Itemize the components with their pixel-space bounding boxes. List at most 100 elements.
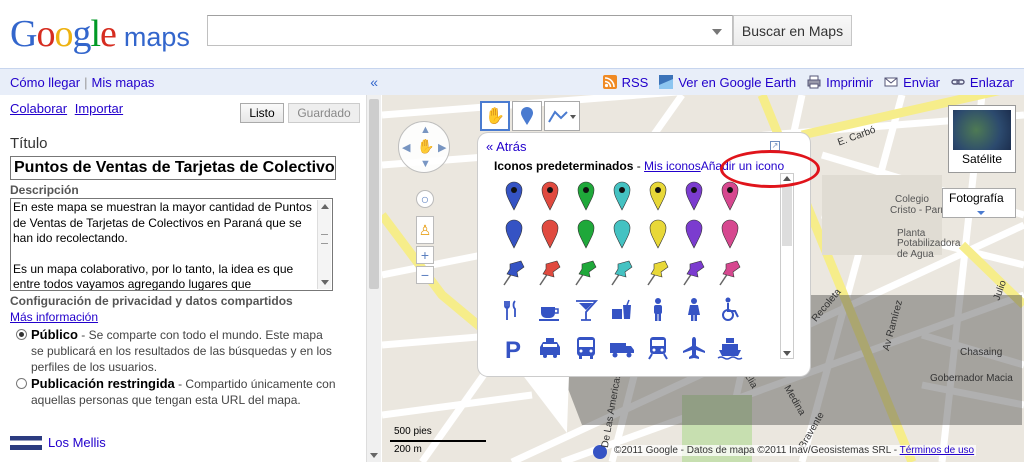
satellite-label: Satélite — [961, 152, 1003, 166]
default-icons-tab[interactable]: Iconos predeterminados — [494, 159, 633, 173]
map-title-input[interactable]: Puntos de Ventas de Tarjetas de Colectiv… — [10, 156, 336, 180]
scroll-down-icon[interactable] — [321, 280, 329, 285]
my-icons-tab[interactable]: Mis iconos — [644, 159, 701, 173]
public-radio[interactable] — [16, 329, 27, 340]
rss-label: RSS — [621, 74, 649, 90]
print-link[interactable]: Imprimir — [806, 75, 873, 90]
line-tool-icon — [548, 110, 576, 123]
search-button[interactable]: Buscar en Maps — [733, 15, 852, 46]
scroll-grip-icon[interactable] — [321, 234, 328, 244]
yellow-pushpin-icon[interactable] — [640, 254, 676, 290]
envelope-icon — [884, 77, 898, 87]
back-link[interactable]: « Atrás — [486, 139, 526, 154]
wheelchair-icon[interactable] — [712, 292, 748, 328]
placemark-name[interactable]: Los Mellis — [48, 435, 106, 450]
pan-control[interactable]: ▲ ▼ ◀ ▶ ✋ — [398, 121, 450, 173]
terms-link[interactable]: Términos de uso — [900, 445, 974, 456]
fork-knife-icon[interactable] — [496, 292, 532, 328]
import-link[interactable]: Importar — [75, 101, 123, 116]
poi-label-colegio: Colegio — [895, 194, 929, 205]
map-canvas[interactable]: E. Carbó Cristo - Parroquia Colegio Plan… — [382, 95, 1024, 462]
google-earth-link[interactable]: Ver en Google Earth — [658, 75, 796, 90]
red-dot-pin-icon[interactable] — [532, 178, 568, 214]
zoom-circle-icon[interactable]: ○ — [416, 190, 434, 208]
grid-scroll-down-icon[interactable] — [783, 351, 791, 356]
man-icon[interactable] — [640, 292, 676, 328]
woman-icon[interactable] — [676, 292, 712, 328]
pan-right-icon[interactable]: ▶ — [438, 141, 446, 154]
pink-pin-icon[interactable] — [712, 216, 748, 252]
zoom-out-button[interactable]: − — [416, 266, 434, 284]
panel-scroll-down-icon[interactable] — [370, 453, 378, 458]
bus-icon[interactable] — [568, 330, 604, 366]
purple-pushpin-icon[interactable] — [676, 254, 712, 290]
fast-food-icon[interactable] — [604, 292, 640, 328]
green-pin-icon[interactable] — [568, 216, 604, 252]
tool-placemark-button[interactable] — [512, 101, 542, 131]
icon-grid-scrollbar[interactable] — [780, 173, 794, 359]
parking-icon[interactable]: P — [496, 330, 532, 366]
red-pin-icon[interactable] — [532, 216, 568, 252]
blue-pushpin-icon[interactable] — [496, 254, 532, 290]
search-input[interactable] — [207, 15, 733, 46]
teal-pin-icon[interactable] — [604, 216, 640, 252]
airplane-icon[interactable] — [676, 330, 712, 366]
teal-pushpin-icon[interactable] — [604, 254, 640, 290]
grid-scroll-thumb[interactable] — [782, 186, 792, 246]
done-button[interactable]: Listo — [240, 103, 284, 123]
coffee-cup-icon[interactable] — [532, 292, 568, 328]
green-dot-pin-icon[interactable] — [568, 178, 604, 214]
collapse-panel-button[interactable]: « — [370, 74, 378, 90]
collaborate-link[interactable]: Colaborar — [10, 101, 67, 116]
more-info-link[interactable]: Más información — [10, 310, 98, 324]
blue-pin-icon[interactable] — [496, 216, 532, 252]
yellow-dot-pin-icon[interactable] — [640, 178, 676, 214]
google-maps-logo[interactable]: Google maps — [10, 12, 190, 55]
map-copyright: ©2011 Google - Datos de mapa ©2011 Inav/… — [612, 445, 977, 456]
purple-pin-icon[interactable] — [676, 216, 712, 252]
description-scrollbar[interactable] — [317, 200, 331, 289]
placemark-item[interactable]: Los Mellis — [10, 435, 106, 450]
purple-dot-pin-icon[interactable] — [676, 178, 712, 214]
zoom-in-button[interactable]: + — [416, 246, 434, 264]
pan-left-icon[interactable]: ◀ — [402, 141, 410, 154]
taxi-icon[interactable] — [532, 330, 568, 366]
rss-link[interactable]: RSS — [602, 74, 649, 90]
nav-separator: | — [84, 74, 88, 90]
yellow-pin-icon[interactable] — [640, 216, 676, 252]
send-link[interactable]: Enviar — [883, 75, 940, 90]
pan-down-icon[interactable]: ▼ — [420, 158, 431, 170]
nav-link-my-maps[interactable]: Mis mapas — [91, 75, 154, 90]
ferry-icon[interactable] — [712, 330, 748, 366]
description-textarea[interactable]: En este mapa se muestran la mayor cantid… — [10, 198, 333, 291]
satellite-button[interactable]: Satélite — [948, 105, 1016, 173]
panel-scroll-thumb[interactable] — [369, 99, 379, 289]
cocktail-icon[interactable] — [568, 292, 604, 328]
restricted-radio[interactable] — [16, 378, 27, 389]
privacy-option-restricted[interactable]: Publicación restringida - Compartido úni… — [16, 376, 336, 408]
photos-button[interactable]: Fotografía — [942, 188, 1016, 218]
satellite-thumbnail — [953, 110, 1011, 150]
link-link[interactable]: Enlazar — [950, 75, 1014, 90]
nav-link-directions[interactable]: Cómo llegar — [10, 75, 80, 90]
send-label: Enviar — [903, 74, 940, 90]
search-history-dropdown-icon[interactable] — [712, 29, 722, 35]
editor-links: Colaborar Importar — [10, 101, 123, 116]
teal-dot-pin-icon[interactable] — [604, 178, 640, 214]
pan-up-icon[interactable]: ▲ — [420, 124, 431, 136]
truck-icon[interactable] — [604, 330, 640, 366]
pink-pushpin-icon[interactable] — [712, 254, 748, 290]
icon-grid-row — [496, 291, 756, 329]
green-pushpin-icon[interactable] — [568, 254, 604, 290]
pegman-icon[interactable]: ♙ — [416, 216, 434, 244]
panel-scrollbar[interactable] — [366, 95, 381, 462]
red-pushpin-icon[interactable] — [532, 254, 568, 290]
tool-hand-button[interactable]: ✋ — [480, 101, 510, 131]
blue-dot-pin-icon[interactable] — [496, 178, 532, 214]
scale-bar — [390, 440, 486, 442]
tool-line-button[interactable] — [544, 101, 580, 131]
scroll-up-icon[interactable] — [321, 204, 329, 209]
placemark-tool-icon — [521, 107, 533, 125]
train-icon[interactable] — [640, 330, 676, 366]
privacy-option-public[interactable]: Público - Se comparte con todo el mundo.… — [16, 327, 336, 375]
